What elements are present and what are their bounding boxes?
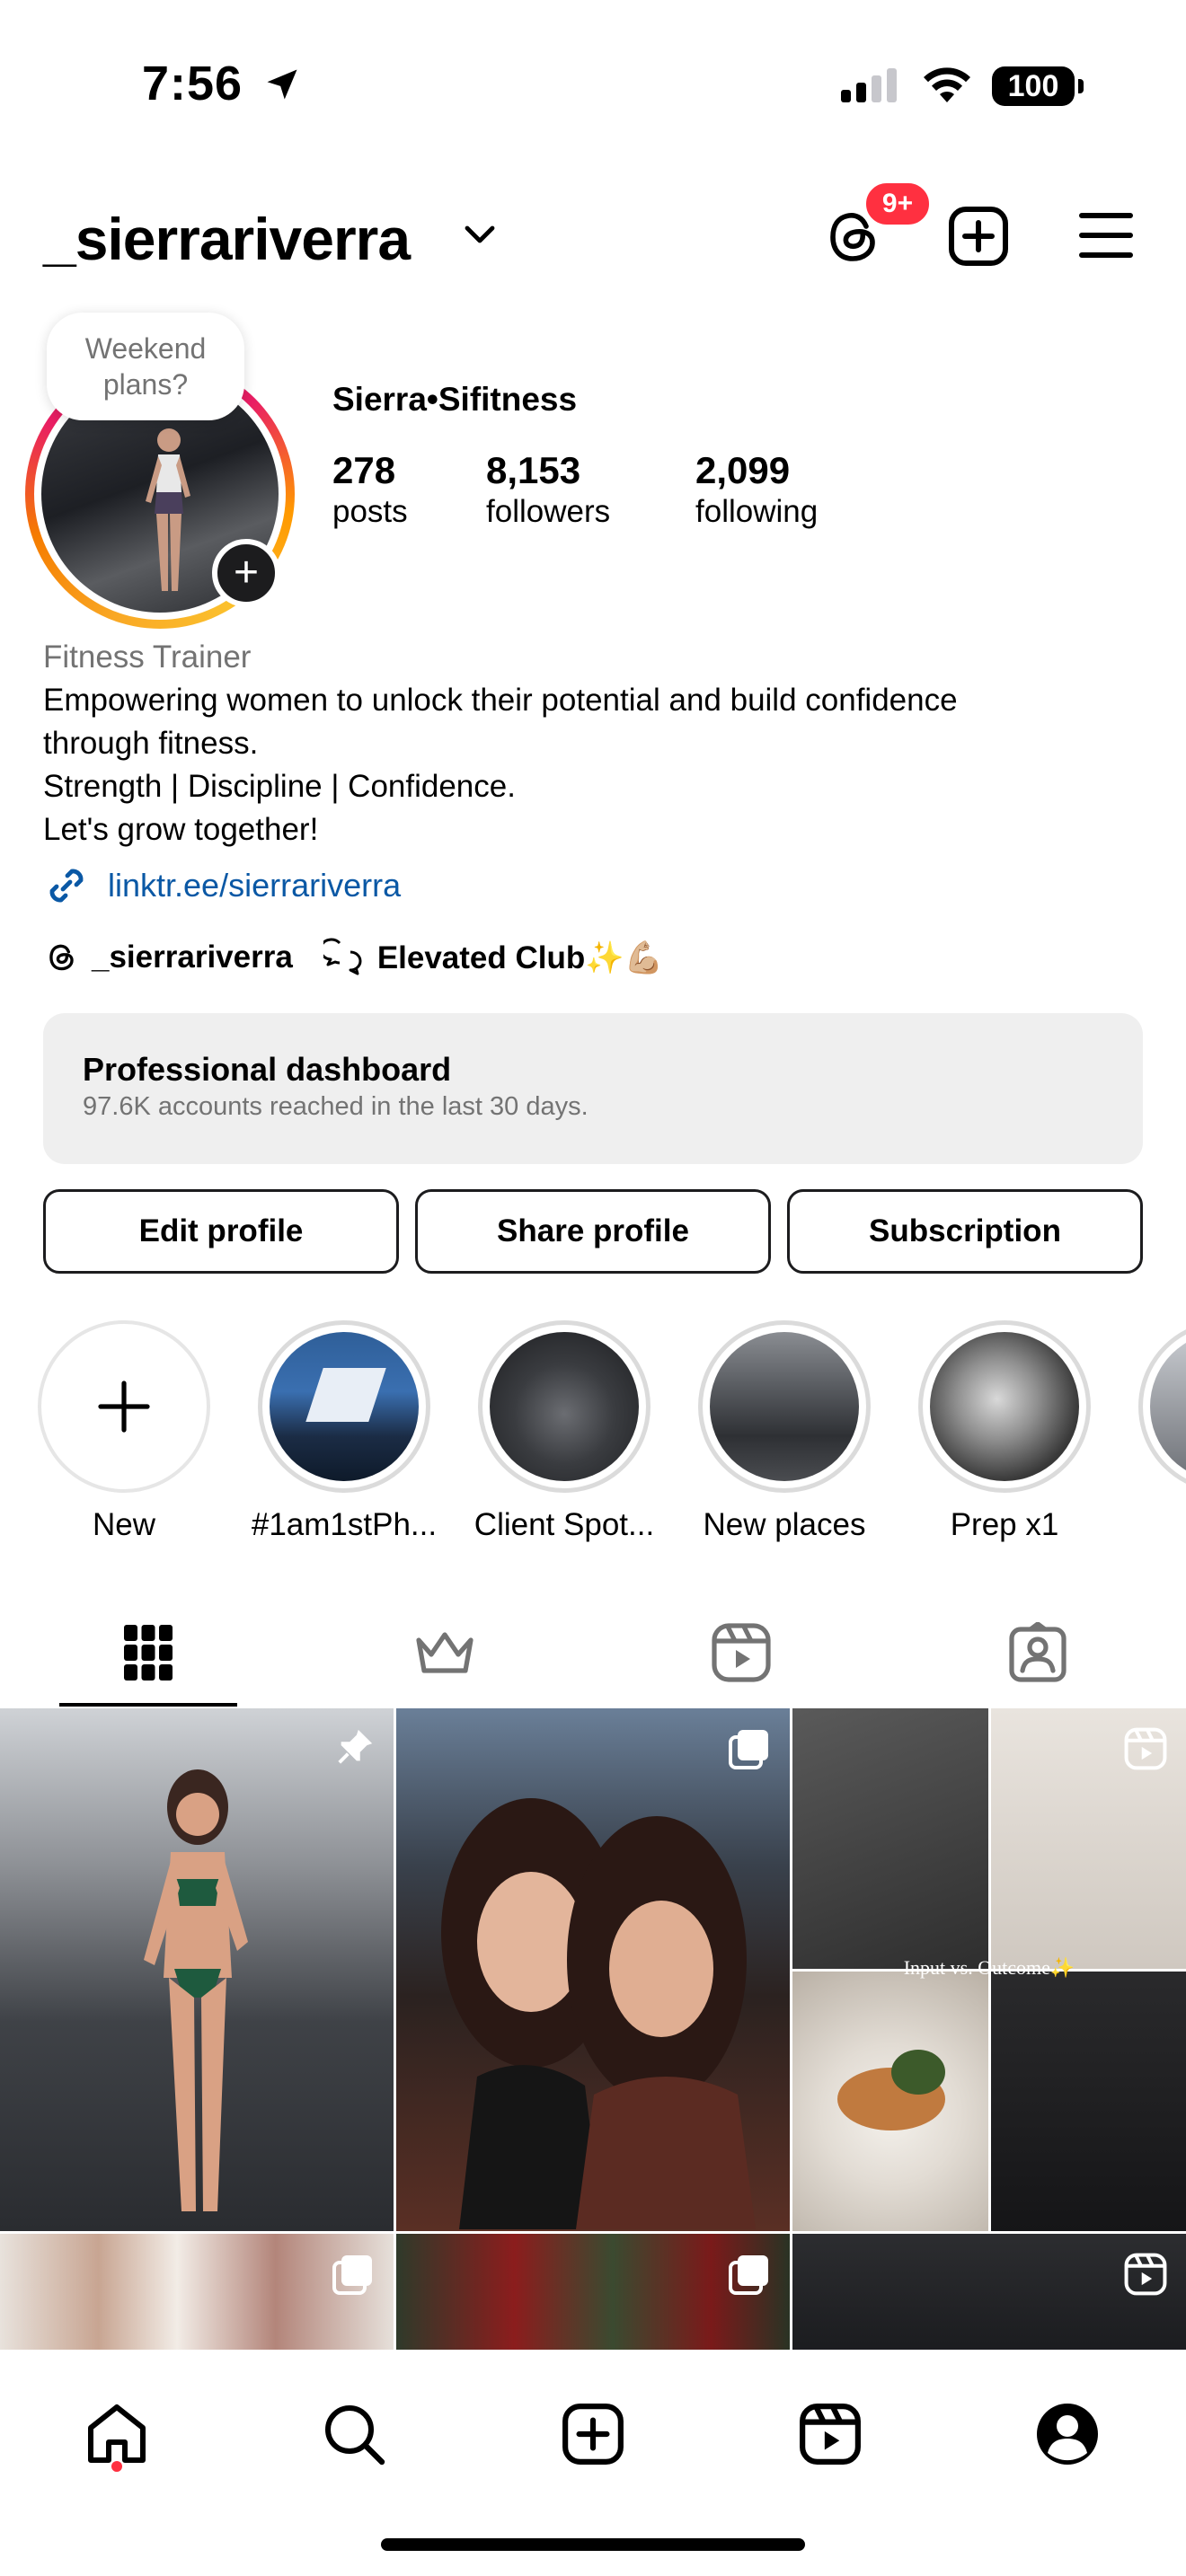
add-story-button[interactable]: + <box>212 539 280 607</box>
story-highlights: New #1am1stPh... Client Spot... New plac… <box>0 1320 1186 1554</box>
highlight-label: New <box>92 1507 156 1542</box>
profile-actions: Edit profile Share profile Subscription <box>43 1189 1143 1274</box>
stat-label: following <box>695 494 819 529</box>
home-indicator <box>381 2538 805 2551</box>
post-thumbnail[interactable]: Input vs. Outcome✨ <box>792 1708 1186 2231</box>
stat-following[interactable]: 2,099 following <box>695 449 818 530</box>
highlight-item[interactable]: Prep x1 <box>897 1320 1112 1543</box>
tab-tagged[interactable] <box>890 1599 1186 1707</box>
chevron-down-icon[interactable] <box>464 225 496 246</box>
status-time: 7:56 <box>142 57 243 110</box>
post-photo <box>144 1769 248 2211</box>
wifi-icon <box>924 67 970 102</box>
activity-dot <box>111 2461 122 2472</box>
avatar-photo <box>146 428 190 591</box>
carousel-icon <box>729 2255 768 2295</box>
search-icon <box>325 2405 385 2466</box>
reel-icon <box>1124 1727 1167 1770</box>
category-label: Fitness Trainer <box>43 640 252 675</box>
status-bar: 7:56 100 <box>0 0 1186 171</box>
highlight-item[interactable]: New places <box>677 1320 892 1543</box>
menu-icon[interactable] <box>1078 210 1134 260</box>
profile-header: _sierrariverra 9+ <box>0 180 1186 287</box>
tab-posts[interactable] <box>0 1599 296 1707</box>
nav-search[interactable] <box>316 2396 392 2472</box>
post-thumbnail[interactable] <box>0 2234 394 2360</box>
battery-indicator: 100 <box>992 66 1084 106</box>
note-bubble[interactable]: Weekend plans? <box>47 313 244 420</box>
bio: Fitness Trainer Empowering women to unlo… <box>43 636 1157 851</box>
threads-handle: _sierrariverra <box>92 940 293 975</box>
display-name: Sierra•Sifitness <box>332 381 578 418</box>
stat-posts[interactable]: 278 posts <box>332 449 408 530</box>
plus-icon <box>98 1381 150 1433</box>
reels-icon <box>712 1623 771 1682</box>
crown-icon <box>416 1632 474 1673</box>
threads-chip[interactable]: _sierrariverra <box>43 939 293 976</box>
share-profile-button[interactable]: Share profile <box>415 1189 771 1274</box>
post-thumbnail[interactable] <box>396 1708 790 2231</box>
post-thumbnail[interactable] <box>0 1708 394 2231</box>
tab-reels[interactable] <box>593 1599 890 1707</box>
highlight-new[interactable]: New <box>16 1320 232 1543</box>
reel-caption: Input vs. Outcome✨ <box>903 1956 1075 1979</box>
bio-line: Strength | Discipline | Confidence. <box>43 769 516 804</box>
bio-link-text[interactable]: linktr.ee/sierrariverra <box>108 867 401 904</box>
highlight-item[interactable]: Ha <box>1117 1320 1186 1543</box>
stat-value: 2,099 <box>695 449 791 491</box>
tab-subscriber-content[interactable] <box>296 1599 593 1707</box>
chat-bubbles-icon <box>323 938 362 975</box>
dashboard-subtitle: 97.6K accounts reached in the last 30 da… <box>83 1092 589 1121</box>
highlight-label: Prep x1 <box>950 1507 1059 1542</box>
stat-value: 8,153 <box>486 449 581 491</box>
link-icon <box>49 869 84 903</box>
nav-create[interactable] <box>555 2396 631 2472</box>
content-tabs <box>0 1599 1186 1707</box>
stat-label: followers <box>486 494 611 529</box>
edit-profile-button[interactable]: Edit profile <box>43 1189 399 1274</box>
community-chip[interactable]: Elevated Club✨💪🏼 <box>323 938 664 977</box>
profile-chips: _sierrariverra Elevated Club✨💪🏼 <box>43 938 694 977</box>
bio-line: Let's grow together! <box>43 812 319 847</box>
highlight-item[interactable]: #1am1stPh... <box>236 1320 452 1543</box>
highlight-label: Client Spot... <box>474 1507 655 1542</box>
username-switcher[interactable]: _sierrariverra <box>43 205 411 273</box>
create-icon <box>562 2404 624 2465</box>
pinned-icon <box>338 1729 373 1764</box>
highlight-label: Ha <box>1117 1507 1186 1543</box>
post-photo <box>441 1798 756 2229</box>
dashboard-title: Professional dashboard <box>83 1051 452 1088</box>
tagged-icon <box>1009 1622 1067 1682</box>
grid-icon <box>124 1625 173 1681</box>
post-thumbnail[interactable] <box>792 2234 1186 2360</box>
highlight-item[interactable]: Client Spot... <box>456 1320 672 1543</box>
threads-icon <box>49 944 74 971</box>
highlight-label: New places <box>703 1507 866 1542</box>
community-name: Elevated Club✨💪🏼 <box>376 940 664 975</box>
notification-badge: 9+ <box>863 180 933 228</box>
nav-profile[interactable] <box>1030 2396 1105 2472</box>
carousel-icon <box>332 2255 372 2295</box>
subscription-button[interactable]: Subscription <box>787 1189 1143 1274</box>
bio-line: through fitness. <box>43 726 259 761</box>
highlight-label: #1am1stPh... <box>251 1507 438 1542</box>
bio-link[interactable]: linktr.ee/sierrariverra <box>43 862 401 909</box>
bio-line: Empowering women to unlock their potenti… <box>43 683 958 718</box>
reels-icon <box>800 2404 861 2465</box>
stat-value: 278 <box>332 449 396 491</box>
create-post-icon[interactable] <box>947 205 1010 268</box>
profile-icon <box>1037 2404 1098 2465</box>
carousel-icon <box>729 1730 768 1769</box>
post-thumbnail[interactable] <box>396 2234 790 2360</box>
nav-reels[interactable] <box>792 2396 868 2472</box>
stat-label: posts <box>332 494 408 529</box>
posts-grid: Input vs. Outcome✨ <box>0 1708 1186 2360</box>
reel-icon <box>1124 2253 1167 2296</box>
professional-dashboard[interactable]: Professional dashboard 97.6K accounts re… <box>43 1013 1143 1164</box>
home-icon <box>88 2404 146 2463</box>
location-arrow-icon <box>267 69 297 100</box>
stat-followers[interactable]: 8,153 followers <box>486 449 610 530</box>
cellular-signal-icon <box>841 66 897 102</box>
